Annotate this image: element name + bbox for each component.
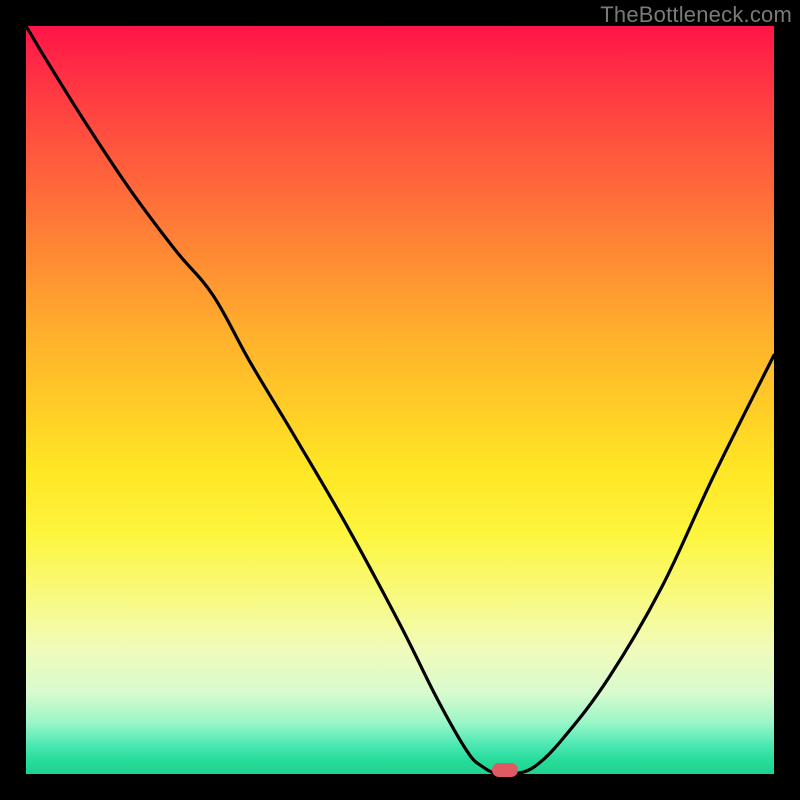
chart-frame: TheBottleneck.com [0,0,800,800]
bottleneck-curve [26,26,774,774]
watermark-text: TheBottleneck.com [600,2,792,28]
plot-area [26,26,774,774]
optimal-marker [492,763,518,777]
